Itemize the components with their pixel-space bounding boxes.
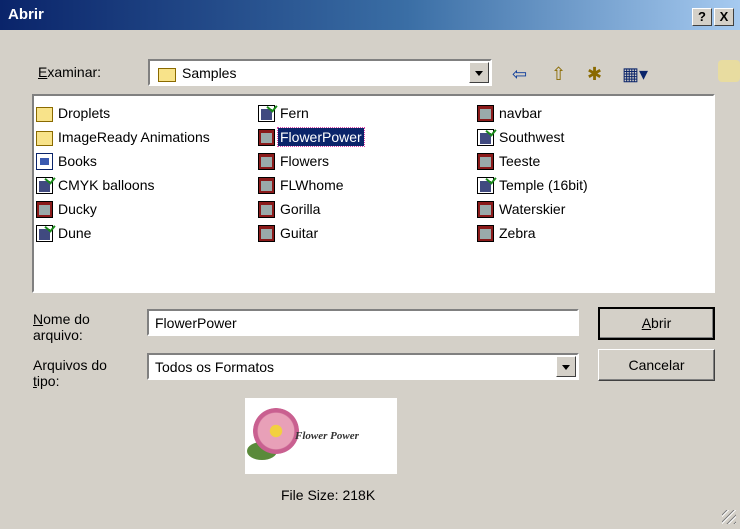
filename-label: Nome do arquivo: [33, 311, 90, 343]
file-item-temple-16bit[interactable]: Temple (16bit) [477, 174, 590, 196]
books-icon [36, 152, 53, 170]
file-item-fern[interactable]: Fern [258, 102, 311, 124]
back-icon[interactable]: ⇦ [512, 64, 527, 85]
folder-icon [158, 68, 176, 82]
filetype-label: Arquivos do tipo: [33, 357, 107, 389]
open-button[interactable]: Abrir [598, 307, 715, 340]
file-item-dune[interactable]: Dune [36, 222, 93, 244]
file-item-cmyk-balloons[interactable]: CMYK balloons [36, 174, 157, 196]
image-icon [477, 104, 494, 122]
psd-icon [258, 104, 275, 122]
file-item-teeste[interactable]: Teeste [477, 150, 542, 172]
filename-input[interactable]: FlowerPower [147, 309, 579, 336]
image-icon [258, 200, 275, 218]
folder-icon [36, 130, 53, 146]
look-in-label: Examinar: [38, 64, 102, 80]
file-item-gorilla[interactable]: Gorilla [258, 198, 322, 220]
file-item-flwhome[interactable]: FLWhome [258, 174, 346, 196]
cancel-button[interactable]: Cancelar [598, 349, 715, 381]
file-item-flowers[interactable]: Flowers [258, 150, 331, 172]
file-item-books[interactable]: Books [36, 150, 99, 172]
psd-icon [36, 224, 53, 242]
flower-graphic [253, 408, 299, 454]
image-viewer-icon[interactable] [718, 60, 740, 82]
filename-value: FlowerPower [155, 315, 237, 331]
image-icon [477, 200, 494, 218]
new-folder-icon[interactable]: ✱ [587, 64, 602, 85]
title-bar[interactable]: Abrir ? X [0, 0, 740, 30]
file-size-text: File Size: 218K [281, 487, 376, 503]
folder-icon [36, 106, 53, 122]
psd-icon [36, 176, 53, 194]
file-item-southwest[interactable]: Southwest [477, 126, 566, 148]
resize-grip[interactable] [722, 510, 736, 524]
window-title: Abrir [8, 6, 44, 23]
chevron-down-icon[interactable] [556, 356, 576, 377]
image-icon [36, 200, 53, 218]
up-folder-icon[interactable]: ⇧ [551, 64, 566, 85]
image-icon [477, 224, 494, 242]
image-icon [258, 152, 275, 170]
file-item-navbar[interactable]: navbar [477, 102, 544, 124]
file-item-waterskier[interactable]: Waterskier [477, 198, 567, 220]
psd-icon [477, 176, 494, 194]
image-icon [258, 224, 275, 242]
image-icon [258, 128, 275, 146]
file-item-zebra[interactable]: Zebra [477, 222, 538, 244]
file-item-guitar[interactable]: Guitar [258, 222, 320, 244]
file-item-ducky[interactable]: Ducky [36, 198, 99, 220]
filetype-value: Todos os Formatos [155, 359, 275, 375]
image-preview: Flower Power [245, 398, 397, 474]
close-button[interactable]: X [714, 8, 734, 26]
look-in-value: Samples [182, 65, 237, 81]
file-item-droplets[interactable]: Droplets [36, 102, 112, 124]
file-item-flowerpower[interactable]: FlowerPower [258, 126, 365, 148]
preview-caption: Flower Power [295, 430, 359, 442]
psd-icon [477, 128, 494, 146]
chevron-down-icon[interactable] [469, 62, 489, 83]
look-in-dropdown[interactable]: Samples [148, 59, 492, 86]
file-item-imageready-animations[interactable]: ImageReady Animations [36, 126, 212, 148]
file-list[interactable]: Droplets ImageReady Animations Books CMY… [32, 94, 715, 293]
image-icon [477, 152, 494, 170]
filetype-dropdown[interactable]: Todos os Formatos [147, 353, 579, 380]
image-icon [258, 176, 275, 194]
help-button[interactable]: ? [692, 8, 712, 26]
view-menu-icon[interactable]: ▦▾ [622, 64, 648, 85]
